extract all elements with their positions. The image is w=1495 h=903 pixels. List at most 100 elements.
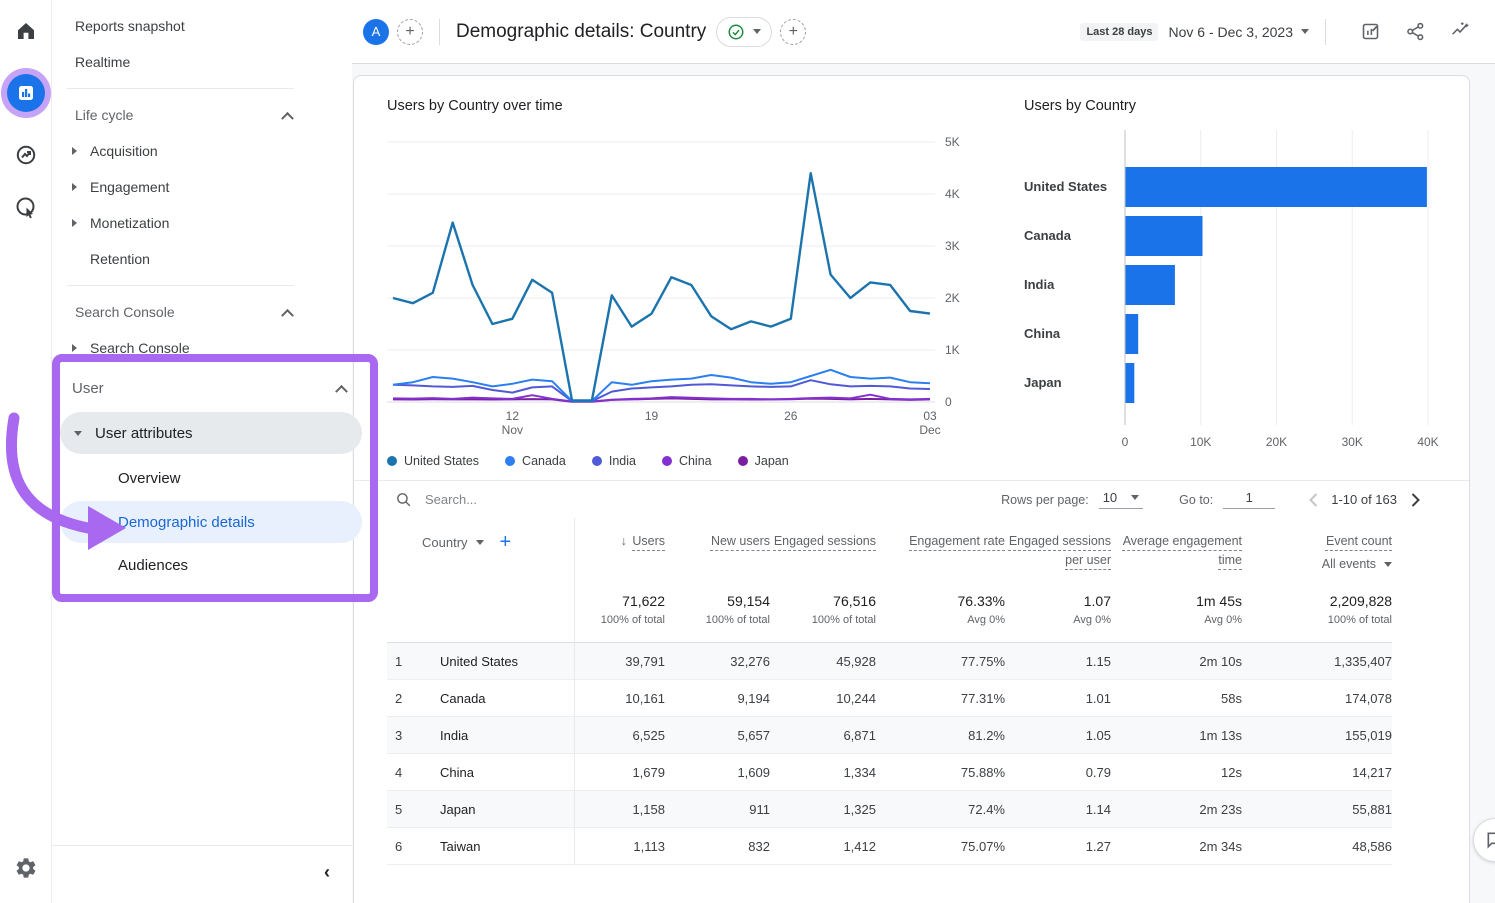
row-metric-value: 77.75% bbox=[876, 643, 1005, 680]
totals-cell: 71,622100% of total bbox=[574, 571, 665, 643]
chevron-up-icon bbox=[281, 111, 294, 124]
sidebar-item-engagement[interactable]: Engagement bbox=[52, 169, 352, 205]
pagination-range: 1-10 of 163 bbox=[1331, 492, 1397, 507]
avatar[interactable]: A bbox=[363, 19, 389, 45]
svg-text:Canada: Canada bbox=[1024, 228, 1072, 243]
legend-item-japan[interactable]: Japan bbox=[738, 454, 789, 468]
chevron-down-icon bbox=[476, 540, 484, 545]
legend-item-india[interactable]: India bbox=[592, 454, 636, 468]
svg-text:20K: 20K bbox=[1266, 435, 1287, 449]
legend-item-china[interactable]: China bbox=[662, 454, 712, 468]
sidebar-section-search-console[interactable]: Search Console bbox=[52, 294, 352, 330]
dimension-column-header: Country + bbox=[422, 518, 574, 571]
add-report-icon[interactable]: + bbox=[780, 19, 806, 45]
next-page-icon[interactable] bbox=[1403, 488, 1427, 512]
column-header-new-users[interactable]: New users bbox=[665, 518, 770, 571]
event-count-filter-dropdown[interactable]: All events bbox=[1242, 557, 1392, 571]
svg-text:United States: United States bbox=[1024, 179, 1107, 194]
svg-text:5K: 5K bbox=[945, 135, 960, 149]
settings-gear-icon[interactable] bbox=[13, 855, 39, 881]
column-header-event-count[interactable]: Event countAll events bbox=[1242, 518, 1392, 571]
table-toolbar: Rows per page: 10 Go to: 1 1-10 of 163 bbox=[354, 480, 1469, 518]
arrow-right-icon bbox=[72, 219, 77, 227]
row-metric-value: 5,657 bbox=[665, 717, 770, 754]
add-comparison-icon[interactable]: + bbox=[397, 19, 423, 45]
sidebar-item-retention[interactable]: Retention bbox=[52, 241, 352, 277]
legend-item-canada[interactable]: Canada bbox=[505, 454, 566, 468]
date-range-value[interactable]: Nov 6 - Dec 3, 2023 bbox=[1168, 24, 1293, 40]
row-country: Japan bbox=[422, 791, 574, 828]
sidebar-item-overview[interactable]: Overview bbox=[60, 456, 362, 501]
explore-icon[interactable] bbox=[13, 142, 39, 168]
check-circle-icon bbox=[727, 23, 745, 41]
search-input[interactable] bbox=[425, 492, 725, 507]
sidebar-divider bbox=[67, 88, 294, 89]
sidebar-item-user-attributes[interactable]: User attributes bbox=[60, 412, 362, 454]
svg-text:India: India bbox=[1024, 277, 1055, 292]
row-metric-value: 14,217 bbox=[1242, 754, 1392, 791]
legend-dot-icon bbox=[592, 456, 602, 466]
advertising-icon[interactable] bbox=[13, 194, 39, 220]
sidebar-item-audiences[interactable]: Audiences bbox=[60, 543, 362, 588]
row-metric-value: 6,525 bbox=[574, 717, 665, 754]
left-icon-rail bbox=[0, 0, 52, 903]
svg-text:40K: 40K bbox=[1417, 435, 1438, 449]
app-root: Reports snapshotRealtime Life cycleAcqui… bbox=[0, 0, 1495, 903]
row-country: United States bbox=[422, 643, 574, 680]
row-metric-value: 1m 13s bbox=[1111, 717, 1242, 754]
column-header-users[interactable]: ↓ Users bbox=[574, 518, 665, 571]
sidebar-item-demographic-details[interactable]: Demographic details bbox=[60, 501, 362, 543]
home-icon[interactable] bbox=[13, 18, 39, 44]
main-area: A + Demographic details: Country + Last … bbox=[352, 0, 1495, 903]
svg-text:12: 12 bbox=[506, 409, 520, 423]
top-header-bar: A + Demographic details: Country + Last … bbox=[352, 0, 1495, 64]
row-metric-value: 6,871 bbox=[770, 717, 876, 754]
sidebar-item-monetization[interactable]: Monetization bbox=[52, 205, 352, 241]
line-chart-panel: Users by Country over time 5K4K3K2K1K012… bbox=[387, 98, 977, 468]
share-icon[interactable] bbox=[1405, 21, 1426, 42]
add-dimension-icon[interactable]: + bbox=[500, 532, 512, 552]
country-dimension-dropdown[interactable]: Country + bbox=[422, 532, 574, 552]
rows-per-page-select[interactable]: 10 bbox=[1099, 490, 1143, 509]
legend-item-united-states[interactable]: United States bbox=[387, 454, 479, 468]
svg-text:30K: 30K bbox=[1342, 435, 1363, 449]
column-header-engaged-sessions[interactable]: Engaged sessions bbox=[770, 518, 876, 571]
sidebar-section-life-cycle[interactable]: Life cycle bbox=[52, 97, 352, 133]
svg-text:Japan: Japan bbox=[1024, 375, 1062, 390]
sidebar-item-acquisition[interactable]: Acquisition bbox=[52, 133, 352, 169]
sidebar-item-search-console[interactable]: Search Console bbox=[52, 330, 352, 366]
column-header-engaged-sessions-per-user[interactable]: Engaged sessions per user bbox=[1005, 518, 1111, 571]
row-rank: 2 bbox=[387, 680, 422, 717]
chevron-up-icon[interactable] bbox=[335, 384, 348, 397]
reports-icon[interactable] bbox=[7, 74, 45, 112]
search-icon bbox=[395, 491, 412, 508]
table-row-japan: 5Japan1,1589111,32572.4%1.142m 23s55,881 bbox=[387, 791, 1392, 828]
row-metric-value: 832 bbox=[665, 828, 770, 865]
sidebar-item-realtime[interactable]: Realtime bbox=[52, 44, 352, 80]
sidebar-item-reports-snapshot[interactable]: Reports snapshot bbox=[52, 8, 352, 44]
svg-text:0: 0 bbox=[1122, 435, 1129, 449]
customize-report-icon[interactable] bbox=[1360, 21, 1381, 42]
row-metric-value: 2m 23s bbox=[1111, 791, 1242, 828]
sidebar-section-user[interactable]: User bbox=[60, 366, 362, 410]
column-header-average-engagement-time[interactable]: Average engagement time bbox=[1111, 518, 1242, 571]
header-divider bbox=[1325, 19, 1326, 45]
goto-page-value: 1 bbox=[1246, 490, 1253, 505]
chevron-down-icon bbox=[74, 431, 82, 436]
row-metric-value: 75.07% bbox=[876, 828, 1005, 865]
svg-text:Nov: Nov bbox=[502, 423, 523, 437]
chevron-down-icon[interactable] bbox=[1301, 29, 1309, 34]
svg-text:19: 19 bbox=[645, 409, 659, 423]
previous-page-icon[interactable] bbox=[1301, 488, 1325, 512]
row-rank: 4 bbox=[387, 754, 422, 791]
svg-text:1K: 1K bbox=[945, 343, 960, 357]
sidebar-footer: ‹ bbox=[52, 845, 352, 903]
totals-cell: 76.33%Avg 0% bbox=[876, 571, 1005, 643]
goto-page-input[interactable]: 1 bbox=[1223, 490, 1275, 509]
line-chart-title: Users by Country over time bbox=[387, 98, 977, 114]
row-metric-value: 1,609 bbox=[665, 754, 770, 791]
column-header-engagement-rate[interactable]: Engagement rate bbox=[876, 518, 1005, 571]
report-status-dropdown[interactable] bbox=[716, 17, 772, 47]
collapse-sidebar-icon[interactable]: ‹ bbox=[324, 862, 330, 883]
insights-icon[interactable] bbox=[1450, 21, 1471, 42]
